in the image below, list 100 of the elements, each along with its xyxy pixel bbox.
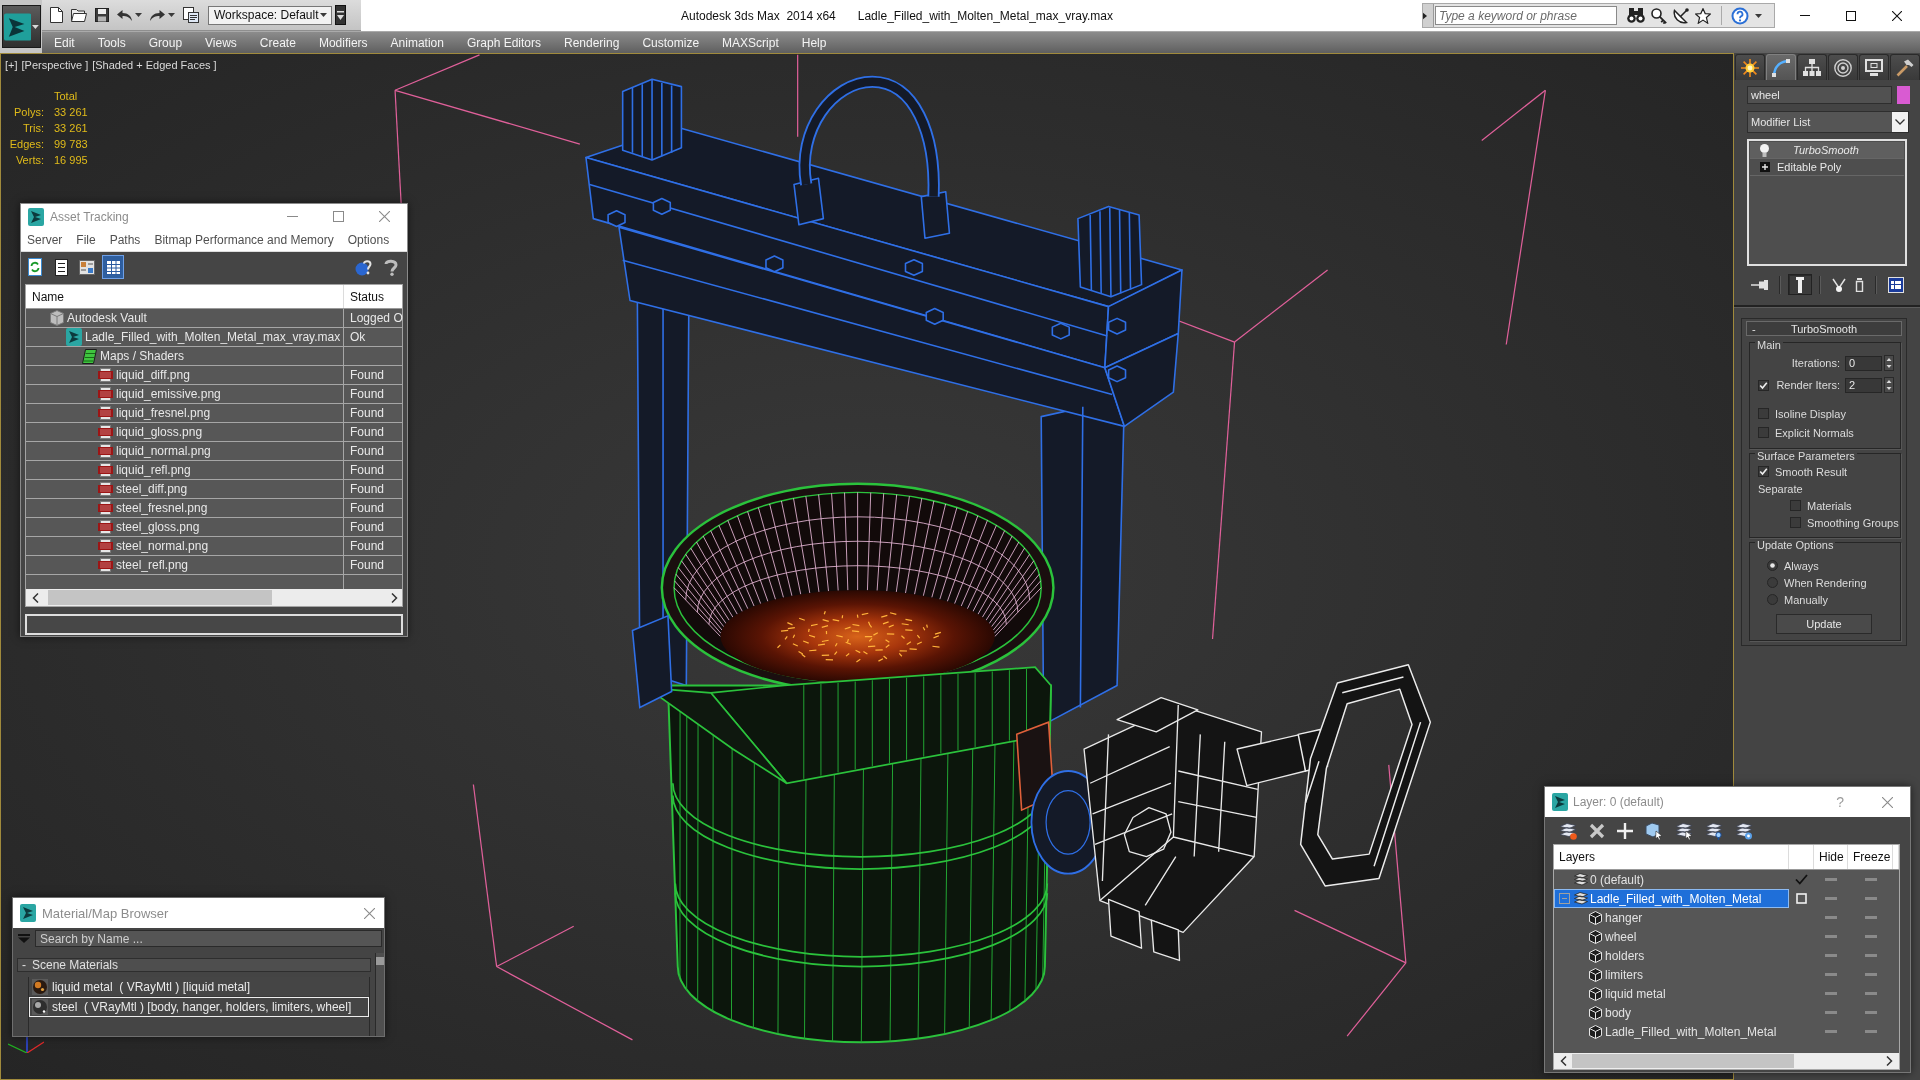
checkbox[interactable] — [1758, 408, 1769, 419]
menu-item[interactable]: Paths — [109, 233, 141, 247]
light-bulb-icon[interactable] — [1760, 143, 1769, 157]
checkbox[interactable] — [1758, 427, 1769, 438]
group-header[interactable]: - Scene Materials — [17, 958, 371, 972]
redo-icon[interactable] — [150, 9, 165, 21]
asset-item[interactable]: steel_diff.png — [26, 480, 344, 498]
search-field[interactable]: Search by Name ... — [35, 930, 382, 947]
help-icon[interactable] — [1731, 6, 1749, 25]
menu-item[interactable]: Tools — [97, 35, 126, 50]
column-header[interactable]: Name — [26, 285, 344, 308]
search-field[interactable]: Type a keyword or phrase — [1435, 6, 1617, 25]
panel-tab[interactable] — [1766, 54, 1796, 80]
asset-item[interactable]: liquid_refl.png — [26, 461, 344, 479]
plus-icon[interactable] — [1617, 822, 1633, 839]
checkbox[interactable] — [1758, 379, 1769, 391]
column-header[interactable]: Status — [344, 285, 402, 308]
expand-icon[interactable] — [1760, 162, 1770, 172]
asset-item[interactable]: liquid_gloss.png — [26, 423, 344, 441]
asset-item[interactable]: liquid_emissive.png — [26, 385, 344, 403]
asset-item[interactable]: liquid_normal.png — [26, 442, 344, 460]
stack-tool-button[interactable] — [1788, 274, 1812, 295]
asset-item[interactable]: liquid_diff.png — [26, 366, 344, 384]
scroll-right-icon[interactable] — [1886, 1056, 1893, 1066]
caret-icon[interactable] — [168, 13, 175, 17]
panel-tab[interactable] — [1797, 54, 1827, 80]
menu-item[interactable]: Create — [259, 35, 296, 50]
scroll-thumb[interactable] — [1572, 1054, 1794, 1068]
help-icon[interactable] — [355, 258, 372, 276]
menu-item[interactable]: Group — [148, 35, 183, 50]
toolbar-options-button[interactable] — [335, 5, 346, 25]
delete-icon[interactable] — [1589, 822, 1605, 839]
asset-item[interactable]: liquid_fresnel.png — [26, 404, 344, 422]
radio-button[interactable] — [1767, 560, 1778, 571]
object-item[interactable]: holders — [1554, 946, 1789, 965]
menu-item[interactable]: Rendering — [564, 35, 620, 50]
cube-cursor-icon[interactable] — [1645, 821, 1663, 840]
toolbar-button[interactable] — [102, 255, 124, 279]
object-item[interactable]: hanger — [1554, 908, 1789, 927]
modifier-item[interactable]: TurboSmooth — [1750, 142, 1904, 159]
help-icon[interactable] — [383, 258, 400, 276]
panel-tab[interactable] — [1828, 54, 1858, 80]
object-item[interactable]: limiters — [1554, 965, 1789, 984]
layers-magnifier-icon[interactable] — [1705, 821, 1723, 840]
asset-item[interactable]: Autodesk Vault — [26, 309, 344, 327]
object-name-field[interactable]: wheel — [1747, 86, 1892, 104]
menu-item[interactable]: Views — [205, 35, 237, 50]
spinner-field[interactable]: 0 — [1845, 355, 1882, 371]
documents-icon[interactable] — [183, 7, 199, 23]
close-icon[interactable] — [1892, 10, 1902, 21]
spinner-field[interactable]: 2 — [1845, 377, 1882, 393]
update-button[interactable]: Update — [1776, 614, 1872, 634]
asset-item[interactable]: Ladle_Filled_with_Molten_Metal_max_vray.max — [26, 328, 344, 346]
material-item[interactable]: liquid metal ( VRayMtl ) [liquid metal] — [29, 977, 369, 997]
menu-item[interactable]: Edit — [54, 35, 75, 50]
horizontal-scrollbar[interactable] — [1554, 1053, 1899, 1069]
menu-item[interactable]: Server — [27, 233, 63, 247]
column-header[interactable]: Layers — [1554, 845, 1789, 869]
panel-tab[interactable] — [1735, 54, 1765, 80]
spinner-arrows-icon[interactable] — [1884, 355, 1894, 371]
material-item[interactable]: steel ( VRayMtl ) [body, hanger, holders, limiters, wheel] — [29, 997, 369, 1017]
workspace-dropdown[interactable]: Workspace: Default — [208, 5, 332, 25]
horizontal-scrollbar[interactable] — [26, 589, 402, 606]
layers-badge-icon[interactable] — [1735, 821, 1753, 840]
scroll-right-icon[interactable] — [391, 592, 398, 603]
path-field[interactable] — [25, 614, 403, 635]
new-file-icon[interactable] — [50, 7, 63, 23]
rollout-header[interactable]: - TurboSmooth — [1746, 321, 1902, 336]
menu-item[interactable]: MAXScript — [722, 35, 779, 50]
object-item[interactable]: wheel — [1554, 927, 1789, 946]
undo-icon[interactable] — [117, 9, 132, 21]
maximize-icon[interactable] — [1846, 10, 1856, 21]
radio-button[interactable] — [1767, 594, 1778, 605]
asset-item[interactable]: steel_refl.png — [26, 556, 344, 574]
asset-item[interactable]: Maps / Shaders — [26, 347, 344, 365]
vertical-scrollbar[interactable] — [375, 953, 384, 1036]
modifier-item[interactable]: Editable Poly — [1750, 159, 1904, 176]
viewport-label[interactable]: [Shaded + Edged Faces ] — [92, 58, 217, 72]
checkbox[interactable] — [1790, 500, 1801, 511]
asset-item[interactable]: steel_normal.png — [26, 537, 344, 555]
save-icon[interactable] — [95, 8, 109, 22]
checkmark-icon[interactable] — [1795, 874, 1808, 885]
search-expand-button[interactable] — [1423, 4, 1434, 27]
radio-button[interactable] — [1767, 577, 1778, 588]
scroll-thumb[interactable] — [376, 957, 384, 965]
application-button[interactable] — [2, 5, 41, 48]
panel-tab[interactable] — [1859, 54, 1889, 80]
checkbox[interactable] — [1790, 517, 1801, 528]
color-swatch-icon[interactable] — [1897, 86, 1910, 104]
layer-item[interactable]: Ladle_Filled_with_Molten_Metal — [1554, 889, 1789, 908]
binoculars-icon[interactable] — [1627, 8, 1645, 23]
menu-item[interactable]: Bitmap Performance and Memory — [154, 233, 334, 247]
asset-item[interactable]: steel_fresnel.png — [26, 499, 344, 517]
menu-item[interactable]: Graph Editors — [466, 35, 541, 50]
new-layer-icon[interactable] — [1559, 821, 1577, 840]
spinner-arrows-icon[interactable] — [1884, 377, 1894, 393]
scroll-left-icon[interactable] — [1560, 1056, 1567, 1066]
object-item[interactable]: Ladle_Filled_with_Molten_Metal — [1554, 1022, 1789, 1041]
menu-item[interactable]: Animation — [390, 35, 444, 50]
menu-item[interactable]: Customize — [642, 35, 700, 50]
